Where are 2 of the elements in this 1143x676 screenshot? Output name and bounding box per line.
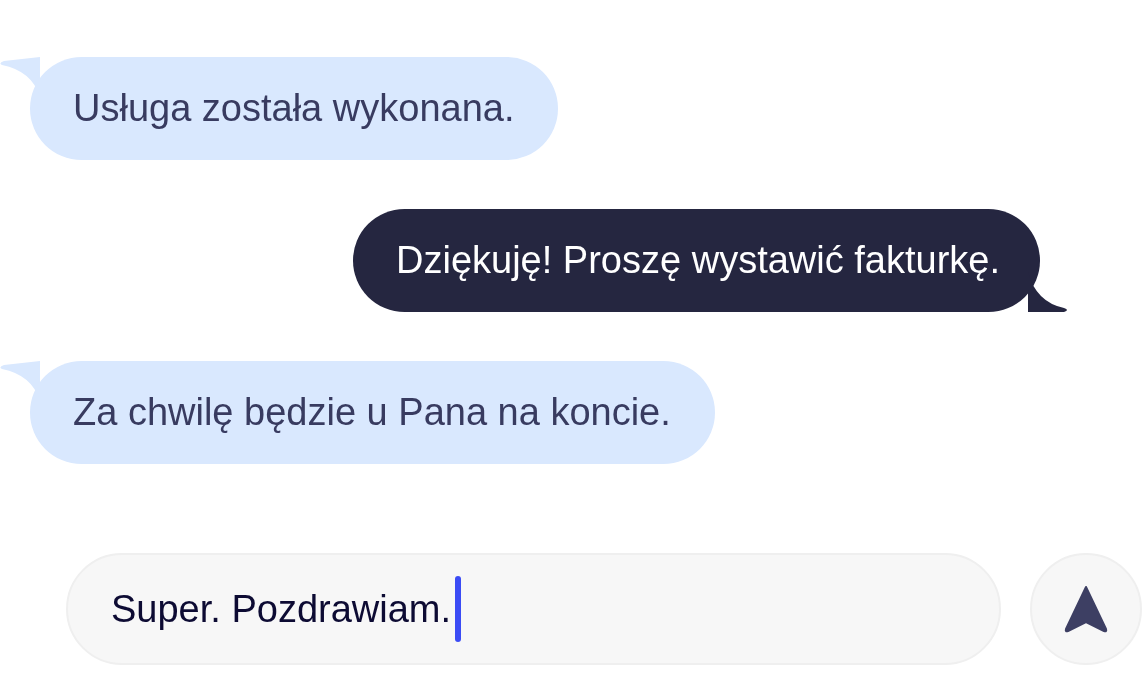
navigation-arrow-icon [1064,585,1108,633]
message-field[interactable]: Super. Pozdrawiam. [66,553,1001,665]
